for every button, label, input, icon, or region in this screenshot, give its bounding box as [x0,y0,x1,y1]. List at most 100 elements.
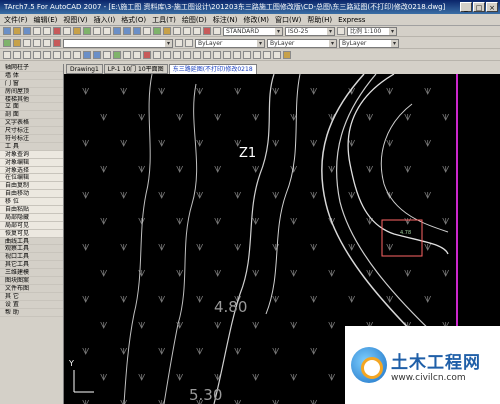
sidebar-item-file-layout[interactable]: 文件布图 [0,285,63,293]
lineweight-combo[interactable]: ByLayer [339,38,399,48]
ellipse-icon[interactable] [73,51,81,59]
zoom-realtime-icon[interactable] [123,27,131,35]
sidebar-item-shift[interactable]: 移 位 [0,198,63,207]
copy-icon[interactable] [63,27,71,35]
sidebar-item-inplace-edit[interactable]: 在位编辑 [0,174,63,183]
erase-icon[interactable] [143,51,151,59]
sidebar-item-viewport-tools[interactable]: 视口工具 [0,253,63,262]
offset-icon[interactable] [173,51,181,59]
menu-modify[interactable]: 修改(M) [243,14,269,25]
sidebar-item-object-query[interactable]: 对象查询 [0,150,63,159]
table-style-icon[interactable] [337,27,345,35]
layer-color-icon[interactable] [53,39,61,47]
chamfer-icon[interactable] [263,51,271,59]
layer-previous-icon[interactable] [185,39,193,47]
sidebar-item-section[interactable]: 剖 面 [0,111,63,120]
layer-lock-icon[interactable] [43,39,51,47]
sidebar-item-wall[interactable]: 墙 体 [0,72,63,80]
help-icon[interactable] [213,27,221,35]
insert-block-icon[interactable] [83,51,91,59]
minimize-button[interactable]: _ [460,2,472,12]
menu-draw[interactable]: 绘图(D) [182,14,207,25]
sidebar-item-symbol[interactable]: 符号标注 [0,135,63,143]
zoom-window-icon[interactable] [133,27,141,35]
layer-freeze-icon[interactable] [33,39,41,47]
sidebar-item-free-copy[interactable]: 自由复制 [0,182,63,191]
menu-format[interactable]: 格式(O) [121,14,146,25]
tool-palette-icon[interactable] [173,27,181,35]
sidebar-item-free-move[interactable]: 自由移动 [0,190,63,199]
zoom-previous-icon[interactable] [143,27,151,35]
polyline-icon[interactable] [13,51,21,59]
menu-dimension[interactable]: 标注(N) [213,14,238,25]
sidebar-item-elevation[interactable]: 立 面 [0,103,63,112]
tab-drawing1[interactable]: Drawing1 [66,64,103,74]
sidebar-item-other[interactable]: 其 它 [0,293,63,301]
sidebar-item-free-paste[interactable]: 自由粘贴 [0,206,63,214]
design-center-icon[interactable] [163,27,171,35]
point-icon[interactable] [103,51,111,59]
copy-object-icon[interactable] [153,51,161,59]
maximize-button[interactable]: □ [473,2,485,12]
line-icon[interactable] [3,51,11,59]
sidebar-item-tools[interactable]: 工 具 [0,143,63,151]
sidebar-item-block-pattern[interactable]: 图块图案 [0,277,63,285]
match-properties-icon[interactable] [83,27,91,35]
calculator-icon[interactable] [203,27,211,35]
sidebar-item-object-select[interactable]: 对象选择 [0,166,63,175]
sidebar-item-stairs[interactable]: 楼梯其他 [0,96,63,104]
menu-view[interactable]: 视图(V) [63,14,87,25]
sidebar-item-partial-show[interactable]: 局部可见 [0,221,63,230]
stretch-icon[interactable] [223,51,231,59]
menu-edit[interactable]: 编辑(E) [34,14,58,25]
polygon-icon[interactable] [23,51,31,59]
text-style-combo[interactable]: STANDARD [223,26,283,36]
extend-icon[interactable] [243,51,251,59]
tab-current-drawing[interactable]: 东三路延图(不打印)修改0218 [168,64,257,74]
array-icon[interactable] [183,51,191,59]
dim-style-combo[interactable]: ISO-25 [285,26,335,36]
markup-icon[interactable] [193,27,201,35]
sidebar-item-dimension[interactable]: 尺寸标注 [0,127,63,136]
rotate-icon[interactable] [203,51,211,59]
menu-help[interactable]: 帮助(H) [307,14,332,25]
cut-icon[interactable] [53,27,61,35]
tab-floor-plan[interactable]: LP-1 10门 10平面图 [103,64,168,74]
preview-icon[interactable] [43,27,51,35]
explode-icon[interactable] [283,51,291,59]
paste-icon[interactable] [73,27,81,35]
open-file-icon[interactable] [13,27,21,35]
sidebar-item-object-edit[interactable]: 对象编辑 [0,158,63,167]
save-icon[interactable] [23,27,31,35]
pan-icon[interactable] [113,27,121,35]
sidebar-item-help[interactable]: 帮 助 [0,309,63,317]
layer-manager-icon[interactable] [3,39,11,47]
make-block-icon[interactable] [93,51,101,59]
layer-combo[interactable] [63,38,173,48]
move-icon[interactable] [193,51,201,59]
menu-file[interactable]: 文件(F) [4,14,28,25]
linetype-combo[interactable]: ByLayer [267,38,337,48]
new-file-icon[interactable] [3,27,11,35]
menu-express[interactable]: Express [338,14,365,25]
make-current-layer-icon[interactable] [175,39,183,47]
layer-on-icon[interactable] [23,39,31,47]
sidebar-item-door-window[interactable]: 门 窗 [0,80,63,88]
layer-state-icon[interactable] [13,39,21,47]
mirror-icon[interactable] [163,51,171,59]
arc-icon[interactable] [43,51,51,59]
undo-icon[interactable] [93,27,101,35]
fillet-icon[interactable] [273,51,281,59]
properties-icon[interactable] [153,27,161,35]
scale-combo[interactable]: 比例 1:100 [347,26,397,36]
close-button[interactable]: × [486,2,498,12]
scale-icon[interactable] [213,51,221,59]
break-icon[interactable] [253,51,261,59]
color-combo[interactable]: ByLayer [195,38,265,48]
sheet-set-icon[interactable] [183,27,191,35]
sidebar-item-view-tools[interactable]: 观察工具 [0,245,63,254]
sidebar-item-room-roof[interactable]: 房间屋顶 [0,88,63,96]
redo-icon[interactable] [103,27,111,35]
sidebar-item-other-tools[interactable]: 其它工具 [0,261,63,270]
mtext-icon[interactable] [133,51,141,59]
